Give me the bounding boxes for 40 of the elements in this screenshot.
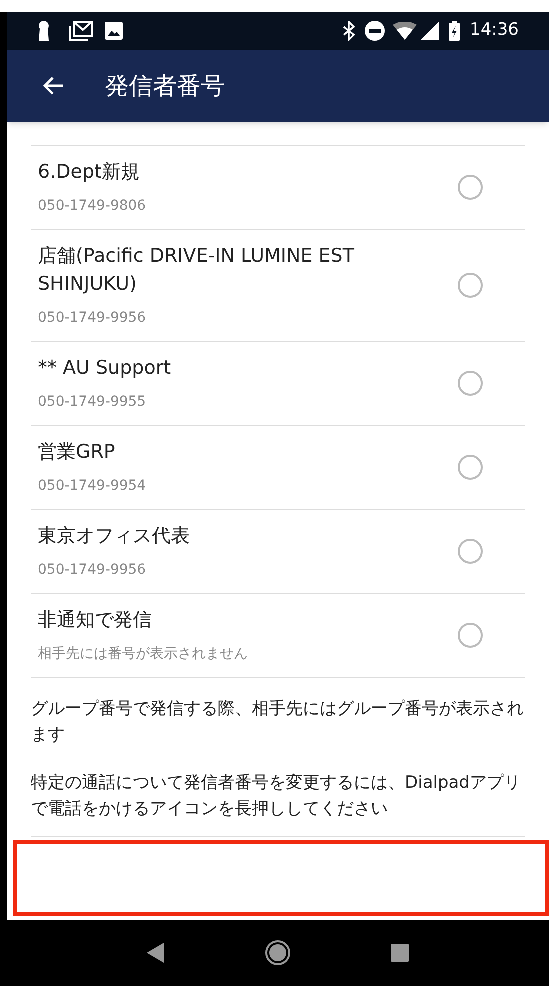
option-name: 営業GRP [38,440,116,465]
option-number: 050-1749-9955 [38,393,148,412]
option-name: ** AU Support [38,356,172,381]
option-number: 050-1749-9954 [38,477,148,496]
back-triangle-icon[interactable] [147,943,165,963]
keyhole-icon [37,21,51,41]
option-number: 050-1749-9806 [38,197,148,216]
status-time: 14:36 [470,19,519,42]
caller-id-option[interactable]: 店舗(Pacific DRIVE-IN LUMINE EST SHINJUKU) 050-1749-9956 [31,230,525,342]
option-name: 6.Dept新規 [38,160,141,185]
radio-button[interactable] [458,455,483,480]
home-circle-icon[interactable] [265,940,291,966]
radio-button[interactable] [458,371,483,396]
radio-button[interactable] [458,175,483,200]
wifi-icon [393,22,417,40]
signal-icon [421,22,439,40]
caller-id-option[interactable]: 非通知で発信 相手先には番号が表示されません [31,594,525,678]
info-text: 特定の通話について発信者番号を変更するには、Dialpadアプリで電話をかけるアイコンを長押ししてください [31,772,522,821]
do-not-disturb-icon [365,21,385,41]
battery-icon [449,21,460,41]
image-icon [105,22,123,40]
info-text: グループ番号で発信する際、相手先にはグループ番号が表示されます [31,698,525,747]
option-number: 050-1749-9956 [38,309,148,328]
radio-button[interactable] [458,623,483,648]
screen-title: 発信者番号 [105,71,225,102]
mail-icon [69,21,93,41]
square-icon[interactable] [391,944,409,962]
bluetooth-icon [343,21,355,41]
caller-id-option[interactable]: ** AU Support 050-1749-9955 [31,342,525,426]
option-number: 050-1749-9956 [38,561,148,580]
option-name: 店舗(Pacific DRIVE-IN LUMINE EST SHINJUKU) [38,244,356,297]
caller-id-option[interactable]: 営業GRP 050-1749-9954 [31,426,525,510]
radio-button[interactable] [458,273,483,298]
caller-id-option[interactable]: 6.Dept新規 050-1749-9806 [31,146,525,230]
back-arrow-icon [42,76,64,96]
option-name: 東京オフィス代表 [38,524,191,549]
option-name: 非通知で発信 [38,608,153,633]
option-number: 相手先には番号が表示されません [38,645,249,664]
caller-id-option[interactable]: 東京オフィス代表 050-1749-9956 [31,510,525,594]
radio-button[interactable] [458,539,483,564]
